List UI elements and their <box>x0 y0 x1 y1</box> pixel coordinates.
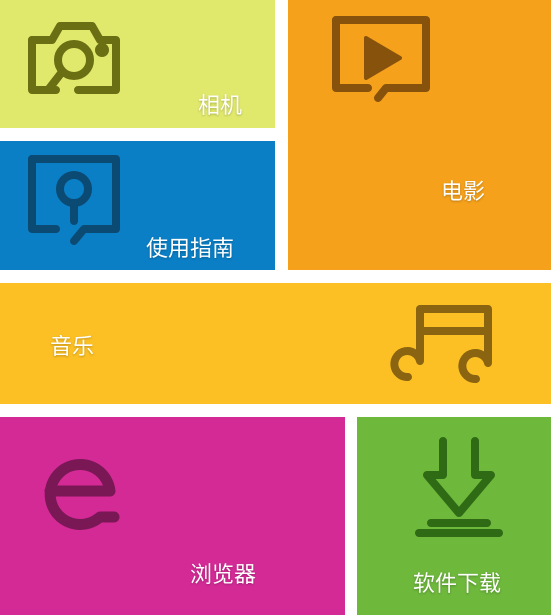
tile-label: 电影 <box>441 180 486 205</box>
browser-e-icon <box>44 459 120 530</box>
tile-browser[interactable]: 浏览器 <box>0 417 345 615</box>
tile-download[interactable]: 软件下载 <box>357 417 551 615</box>
tile-label: 使用指南 <box>146 237 235 262</box>
tile-label: 软件下载 <box>413 572 502 597</box>
tile-label: 相机 <box>198 94 243 119</box>
tile-music[interactable]: 音乐 <box>0 283 551 404</box>
play-icon <box>332 16 430 102</box>
tile-movie[interactable]: 电影 <box>288 0 551 270</box>
help-icon <box>28 155 120 245</box>
tile-guide[interactable]: 使用指南 <box>0 141 275 270</box>
download-icon <box>415 437 503 537</box>
tile-camera[interactable]: 相机 <box>0 0 275 128</box>
music-note-icon <box>390 305 492 383</box>
camera-icon <box>28 22 120 94</box>
tile-label: 浏览器 <box>190 563 257 588</box>
tile-label: 音乐 <box>50 335 95 360</box>
